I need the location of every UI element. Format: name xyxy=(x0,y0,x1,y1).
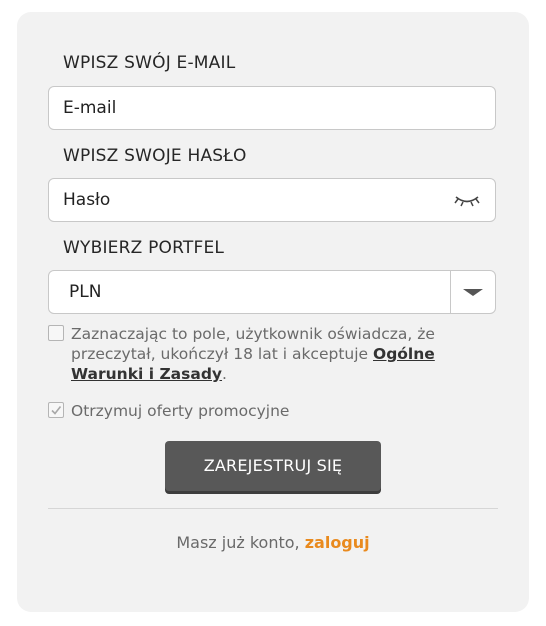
email-field[interactable]: E-mail xyxy=(48,86,496,130)
dropdown-toggle[interactable] xyxy=(450,271,495,313)
promo-checkbox[interactable] xyxy=(48,402,64,418)
password-placeholder: Hasło xyxy=(63,190,111,210)
checkmark-icon xyxy=(51,406,62,415)
password-field[interactable]: Hasło xyxy=(48,178,496,222)
login-prompt: Masz już konto, zaloguj xyxy=(17,533,529,552)
email-label: WPISZ SWÓJ E-MAIL xyxy=(63,53,236,73)
promo-label: Otrzymuj oferty promocyjne xyxy=(71,402,290,420)
terms-checkbox[interactable] xyxy=(48,325,64,341)
terms-text: Zaznaczając to pole, użytkownik oświadcz… xyxy=(71,324,471,384)
wallet-select[interactable]: PLN xyxy=(48,270,496,314)
terms-suffix: . xyxy=(222,365,227,383)
chevron-down-icon xyxy=(463,289,483,296)
password-label: WPISZ SWOJE HASŁO xyxy=(63,146,247,166)
registration-card: WPISZ SWÓJ E-MAIL E-mail WPISZ SWOJE HAS… xyxy=(17,12,529,612)
login-link[interactable]: zaloguj xyxy=(305,533,370,552)
wallet-selected-value: PLN xyxy=(69,282,102,302)
login-prompt-text: Masz już konto, xyxy=(176,533,305,552)
eye-closed-icon[interactable] xyxy=(453,192,481,210)
email-placeholder: E-mail xyxy=(63,98,117,118)
register-button[interactable]: ZAREJESTRUJ SIĘ xyxy=(165,441,381,491)
divider xyxy=(48,508,498,509)
wallet-label: WYBIERZ PORTFEL xyxy=(63,238,225,258)
